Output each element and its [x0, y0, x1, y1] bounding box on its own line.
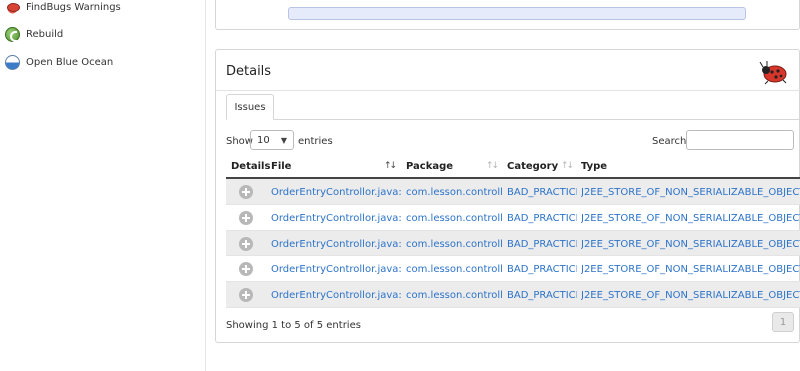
package-link[interactable]: com.lesson.controller: [406, 290, 502, 301]
package-link[interactable]: com.lesson.controller: [406, 213, 502, 224]
sidebar: FindBugs Warnings Rebuild Open Blue Ocea…: [0, 0, 205, 371]
rebuild-icon: [5, 26, 20, 42]
tab-underline: [226, 119, 800, 120]
table-row: OrderEntryControllor.java:63 com.lesson.…: [226, 179, 800, 205]
sidebar-item-open-blue-ocean[interactable]: Open Blue Ocean: [5, 52, 113, 72]
expand-details-icon[interactable]: [239, 236, 253, 251]
file-link[interactable]: OrderEntryControllor.java:173: [271, 264, 401, 275]
show-label: Show: [226, 136, 253, 147]
sidebar-item-label: Open Blue Ocean: [26, 56, 114, 68]
file-link[interactable]: OrderEntryControllor.java:111: [271, 213, 401, 224]
type-link[interactable]: J2EE_STORE_OF_NON_SERIALIZABLE_OBJECT_IN…: [581, 264, 800, 275]
table-header: Details File ↑↓ Package ↑↓ Category ↑↓ T…: [226, 153, 800, 179]
table-row: OrderEntryControllor.java:111 com.lesson…: [226, 205, 800, 231]
package-link[interactable]: com.lesson.controller: [406, 187, 502, 198]
blue-ocean-icon: [5, 54, 20, 70]
column-header-category[interactable]: Category: [507, 161, 558, 172]
ladybug-icon: [759, 61, 787, 85]
expand-details-icon[interactable]: [239, 210, 253, 225]
category-link[interactable]: BAD_PRACTICE: [507, 239, 577, 250]
table-row: OrderEntryControllor.java:173 com.lesson…: [226, 256, 800, 283]
file-link[interactable]: OrderEntryControllor.java:63: [271, 187, 401, 198]
search-label: Search:: [652, 136, 690, 147]
category-link[interactable]: BAD_PRACTICE: [507, 290, 577, 301]
table-row: OrderEntryControllor.java:127 com.lesson…: [226, 230, 800, 257]
sidebar-item-findbugs-warnings[interactable]: FindBugs Warnings: [5, 0, 121, 17]
package-link[interactable]: com.lesson.controller: [406, 239, 502, 250]
category-link[interactable]: BAD_PRACTICE: [507, 213, 577, 224]
sort-ascending-icon[interactable]: ↑↓: [384, 161, 397, 171]
file-link[interactable]: OrderEntryControllor.java:127: [271, 239, 401, 250]
sidebar-item-label: FindBugs Warnings: [26, 1, 121, 13]
findbugs-icon: [5, 0, 20, 15]
type-link[interactable]: J2EE_STORE_OF_NON_SERIALIZABLE_OBJECT_IN…: [581, 187, 800, 198]
expand-details-icon[interactable]: [239, 288, 253, 303]
page-length-select[interactable]: 10 ▼: [250, 130, 294, 150]
details-panel: Details Issues Show 10 ▼ entries Search:…: [215, 49, 800, 343]
expand-details-icon[interactable]: [239, 262, 253, 277]
type-link[interactable]: J2EE_STORE_OF_NON_SERIALIZABLE_OBJECT_IN…: [581, 239, 800, 250]
expand-details-icon[interactable]: [239, 185, 253, 199]
table-row: OrderEntryControllor.java:194 com.lesson…: [226, 282, 800, 308]
sidebar-item-rebuild[interactable]: Rebuild: [5, 24, 63, 44]
issues-table: Details File ↑↓ Package ↑↓ Category ↑↓ T…: [226, 153, 800, 308]
page-length-value: 10: [257, 134, 270, 146]
chevron-down-icon: ▼: [280, 136, 287, 145]
trend-panel: [215, 0, 800, 30]
package-link[interactable]: com.lesson.controller: [406, 264, 502, 275]
column-header-type[interactable]: Type: [581, 161, 607, 172]
file-link[interactable]: OrderEntryControllor.java:194: [271, 290, 401, 301]
column-header-package[interactable]: Package: [406, 161, 453, 172]
sidebar-divider: [205, 0, 206, 371]
column-header-file[interactable]: File: [271, 161, 291, 172]
showing-entries-info: Showing 1 to 5 of 5 entries: [226, 320, 361, 331]
pagination-page-button[interactable]: 1: [772, 312, 794, 332]
tab-issues[interactable]: Issues: [226, 94, 274, 120]
search-input[interactable]: [686, 130, 794, 150]
column-header-details[interactable]: Details: [231, 161, 270, 172]
sidebar-item-label: Rebuild: [26, 28, 64, 40]
category-link[interactable]: BAD_PRACTICE: [507, 187, 577, 198]
category-link[interactable]: BAD_PRACTICE: [507, 264, 577, 275]
entries-label: entries: [298, 136, 333, 147]
type-link[interactable]: J2EE_STORE_OF_NON_SERIALIZABLE_OBJECT_IN…: [581, 290, 800, 301]
details-separator: [216, 90, 800, 91]
details-title: Details: [226, 64, 272, 79]
sort-icon[interactable]: ↑↓: [561, 161, 574, 171]
type-link[interactable]: J2EE_STORE_OF_NON_SERIALIZABLE_OBJECT_IN…: [581, 213, 800, 224]
progress-bar: [288, 7, 746, 20]
sort-icon[interactable]: ↑↓: [486, 161, 499, 171]
